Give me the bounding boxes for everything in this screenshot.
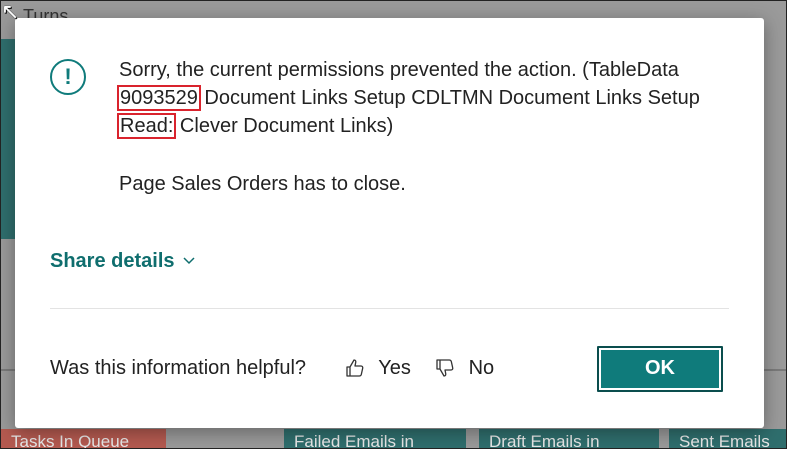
secondary-message: Page Sales Orders has to close. [119,173,406,195]
no-label: No [468,357,495,379]
message-middle: Document Links Setup CDLTMN Document Lin… [198,87,700,109]
background-card-failed: Failed Emails in [284,429,466,448]
feedback-yes-button[interactable]: Yes [345,354,411,382]
message-suffix: Clever Document Links) [174,115,394,137]
yes-label: Yes [378,357,411,379]
highlighted-permission: Read: [116,113,177,139]
error-message: Sorry, the current permissions prevented… [116,56,739,140]
share-details-label: Share details [50,250,175,272]
background-card-draft: Draft Emails in [479,429,659,448]
mouse-cursor-icon: ↖ [1,0,20,24]
chevron-down-icon [182,247,195,275]
divider [50,308,729,309]
background-card-tasks: Tasks In Queue [1,429,166,448]
feedback-no-button[interactable]: No [435,354,494,382]
screen-frame: Turns Tasks In Queue Failed Emails in Dr… [0,0,787,449]
background-card-sent: Sent Emails [669,429,786,448]
thumbs-up-icon [345,357,378,379]
helpful-question: Was this information helpful? [50,357,307,379]
thumbs-down-icon [435,357,469,379]
highlighted-table-id: 9093529 [117,85,201,111]
message-prefix: Sorry, the current permissions prevented… [119,59,679,81]
share-details-link[interactable]: Share details [50,247,195,275]
background-tile [1,39,15,239]
info-circle-icon: ! [50,59,86,95]
error-dialog: ! Sorry, the current permissions prevent… [15,18,764,428]
ok-button[interactable]: OK [597,346,723,392]
